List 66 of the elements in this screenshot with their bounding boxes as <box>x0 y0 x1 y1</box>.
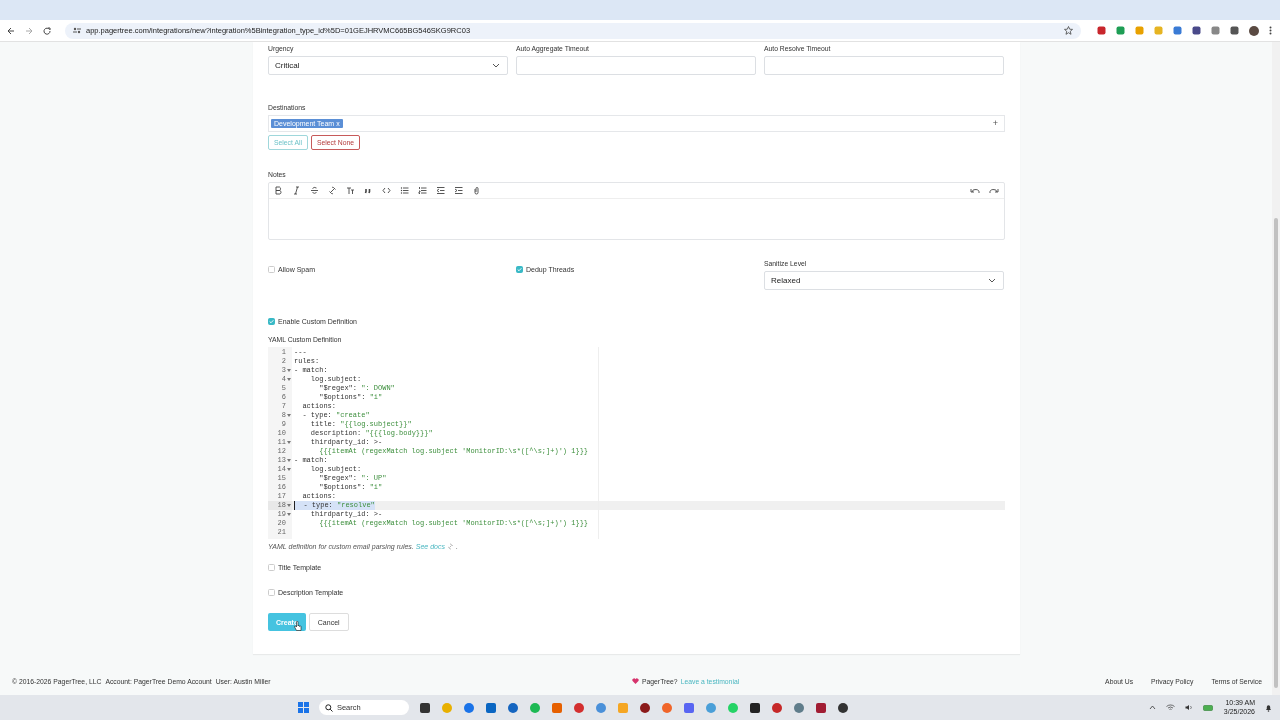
app-icon[interactable] <box>638 701 651 714</box>
heart-icon <box>632 678 639 684</box>
checkbox[interactable] <box>268 265 275 273</box>
strikethrough-icon[interactable] <box>310 186 319 195</box>
paperclip-icon[interactable] <box>472 186 481 195</box>
fold-caret-icon[interactable] <box>286 468 291 471</box>
checkbox[interactable] <box>268 317 275 325</box>
fold-caret-icon[interactable] <box>286 369 291 372</box>
indent-icon[interactable] <box>454 186 463 195</box>
menu-icon[interactable] <box>1269 26 1272 35</box>
app-icon[interactable] <box>836 701 849 714</box>
extension-icon[interactable] <box>1097 26 1106 35</box>
italic-icon[interactable] <box>292 186 301 195</box>
app-icon[interactable] <box>418 701 431 714</box>
input-field[interactable] <box>764 56 1004 75</box>
checkbox[interactable] <box>268 563 275 571</box>
extension-icon[interactable] <box>1211 26 1220 35</box>
chevron-up-icon[interactable] <box>1148 705 1156 710</box>
wifi-icon[interactable] <box>1165 704 1175 711</box>
chevron-down-icon <box>492 63 500 68</box>
select-field[interactable]: Critical <box>268 56 508 75</box>
site-settings-icon <box>73 27 81 34</box>
numbered-list-icon[interactable] <box>418 186 427 195</box>
fold-caret-icon[interactable] <box>286 378 291 381</box>
redo-icon[interactable] <box>989 186 999 195</box>
undo-icon[interactable] <box>970 186 980 195</box>
input-field[interactable] <box>516 56 756 75</box>
heading-icon[interactable] <box>346 186 355 195</box>
notification-bell-icon[interactable] <box>1265 703 1272 712</box>
add-button[interactable]: + <box>992 119 998 128</box>
select-value: Critical <box>275 61 300 70</box>
bold-icon[interactable] <box>274 186 283 195</box>
chevron-down-icon <box>988 278 996 283</box>
checkmark-icon <box>269 318 274 324</box>
app-icon[interactable] <box>748 701 761 714</box>
extension-icon[interactable] <box>1230 26 1239 35</box>
app-icon[interactable] <box>814 701 827 714</box>
forward-icon[interactable] <box>25 26 33 35</box>
extension-icon[interactable] <box>1192 26 1201 35</box>
link-icon[interactable] <box>328 186 337 195</box>
battery-icon[interactable] <box>1202 704 1214 711</box>
outdent-icon[interactable] <box>436 186 445 195</box>
avatar-icon[interactable] <box>1249 25 1259 36</box>
fold-caret-icon[interactable] <box>286 459 291 462</box>
fold-caret-icon[interactable] <box>286 504 291 507</box>
star-icon[interactable] <box>1064 26 1073 35</box>
checkbox[interactable] <box>268 588 275 596</box>
quote-icon[interactable] <box>364 186 373 195</box>
select-field[interactable]: Relaxed <box>764 271 1004 290</box>
fold-caret-icon[interactable] <box>286 414 291 417</box>
link-icon <box>446 543 454 550</box>
checkbox[interactable] <box>516 265 523 273</box>
search-icon <box>324 703 333 712</box>
select-value: Relaxed <box>771 276 801 285</box>
extension-icon[interactable] <box>1173 26 1182 35</box>
speaker-icon[interactable] <box>1184 704 1193 711</box>
checkmark-icon <box>517 266 522 272</box>
reload-icon[interactable] <box>43 26 51 35</box>
extension-icon[interactable] <box>1116 26 1125 35</box>
code-icon[interactable] <box>382 186 391 195</box>
bullet-list-icon[interactable] <box>400 186 409 195</box>
scrollbar[interactable] <box>1272 42 1280 695</box>
windows-start-icon[interactable] <box>297 702 309 713</box>
back-icon[interactable] <box>7 26 15 35</box>
fold-caret-icon[interactable] <box>286 513 291 516</box>
fold-caret-icon[interactable] <box>286 441 291 444</box>
